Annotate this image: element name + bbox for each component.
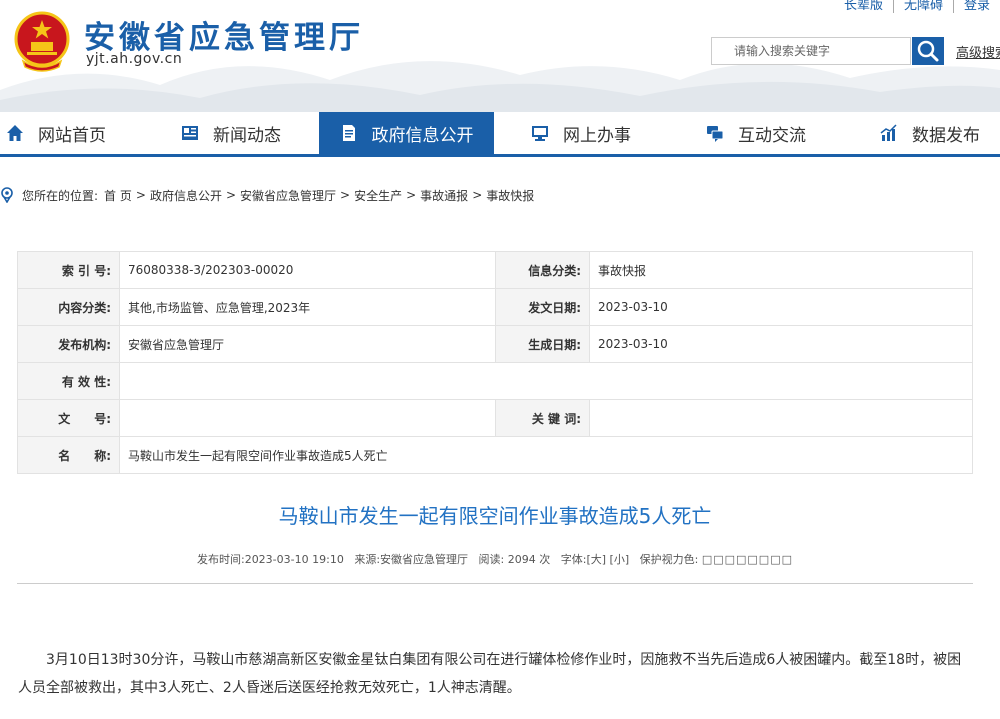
breadcrumb-separator: > <box>340 188 351 202</box>
view-count: 阅读: 2094 次 <box>478 553 551 566</box>
top-links: 长辈版 无障碍 登录 <box>834 0 1000 13</box>
breadcrumb-separator: > <box>135 188 146 202</box>
nav-interaction-label: 互动交流 <box>738 125 806 146</box>
created-date-value: 2023-03-10 <box>589 325 973 363</box>
publisher-label: 发布机构: <box>17 325 120 363</box>
search-input[interactable]: 请输入搜索关键字 <box>711 37 911 65</box>
article-meta: 发布时间:2023-03-10 19:10 来源:安徽省应急管理厅 阅读: 20… <box>0 551 990 567</box>
chat-icon <box>707 126 724 142</box>
national-emblem-icon[interactable] <box>13 11 71 73</box>
search-icon <box>917 40 939 62</box>
name-label: 名 称: <box>17 436 120 474</box>
created-date-label: 生成日期: <box>495 325 590 363</box>
index-value: 76080338-3/202303-00020 <box>119 251 496 289</box>
breadcrumb-item[interactable]: 政府信息公开 <box>150 187 222 204</box>
chart-icon <box>880 124 897 141</box>
nav-online-service-label: 网上办事 <box>563 125 631 146</box>
breadcrumb-item[interactable]: 事故快报 <box>486 187 534 204</box>
nav-gov-info-label: 政府信息公开 <box>371 125 474 146</box>
nav-home-label: 网站首页 <box>38 125 106 146</box>
nav-home[interactable]: 网站首页 <box>6 112 146 154</box>
nav-interaction[interactable]: 互动交流 <box>706 112 846 154</box>
divider <box>17 583 973 584</box>
publish-time: 发布时间:2023-03-10 19:10 <box>196 553 344 566</box>
breadcrumb-item[interactable]: 事故通报 <box>420 187 468 204</box>
doc-number-label: 文 号: <box>17 399 120 437</box>
document-info-table: 索 引 号: 76080338-3/202303-00020 信息分类: 事故快… <box>17 251 973 474</box>
home-icon <box>7 125 23 141</box>
name-value: 马鞍山市发生一起有限空间作业事故造成5人死亡 <box>119 436 973 474</box>
site-domain: yjt.ah.gov.cn <box>86 51 183 67</box>
monitor-icon <box>532 126 548 141</box>
breadcrumb-item[interactable]: 安全生产 <box>354 187 402 204</box>
search-button[interactable] <box>912 37 944 65</box>
breadcrumb-item[interactable]: 安徽省应急管理厅 <box>240 187 336 204</box>
main-nav: 网站首页 新闻动态 政府信息公开 网上办事 互动交流 数据发布 <box>0 112 1000 157</box>
validity-value <box>119 362 973 400</box>
category-value: 事故快报 <box>589 251 973 289</box>
doc-number-value <box>119 399 496 437</box>
login-link[interactable]: 登录 <box>952 0 1000 13</box>
article-title: 马鞍山市发生一起有限空间作业事故造成5人死亡 <box>278 504 712 528</box>
issue-date-value: 2023-03-10 <box>589 288 973 326</box>
nav-data-release-label: 数据发布 <box>912 125 980 146</box>
eye-protection-label: 保护视力色: <box>639 553 699 566</box>
breadcrumb-separator: > <box>472 188 483 202</box>
category-label: 信息分类: <box>495 251 590 289</box>
nav-news[interactable]: 新闻动态 <box>181 112 321 154</box>
keywords-label: 关 键 词: <box>495 399 590 437</box>
location-pin-icon <box>1 187 13 203</box>
publisher-value: 安徽省应急管理厅 <box>119 325 496 363</box>
news-icon <box>182 126 198 140</box>
nav-gov-info[interactable]: 政府信息公开 <box>319 112 494 154</box>
article-body: 3月10日13时30分许，马鞍山市慈湖高新区安徽金星钛白集团有限公司在进行罐体检… <box>18 652 962 696</box>
validity-label: 有 效 性: <box>17 362 120 400</box>
content-category-value: 其他,市场监管、应急管理,2023年 <box>119 288 496 326</box>
font-size-control[interactable]: 字体:[大] [小] <box>561 553 629 566</box>
site-header: 安徽省应急管理厅 yjt.ah.gov.cn 长辈版 无障碍 登录 请输入搜索关… <box>0 0 1000 112</box>
keywords-value <box>589 399 973 437</box>
breadcrumb-separator: > <box>406 188 417 202</box>
breadcrumb-prefix: 您所在的位置: <box>22 188 99 203</box>
content-category-label: 内容分类: <box>17 288 120 326</box>
nav-news-label: 新闻动态 <box>213 125 281 146</box>
issue-date-label: 发文日期: <box>495 288 590 326</box>
advanced-search-link[interactable]: 高级搜索 <box>956 42 1000 61</box>
nav-data-release[interactable]: 数据发布 <box>880 112 1000 154</box>
accessibility-link[interactable]: 无障碍 <box>892 0 953 13</box>
breadcrumb: 您所在的位置: 首 页 > 政府信息公开 > 安徽省应急管理厅 > 安全生产 >… <box>0 186 534 204</box>
index-label: 索 引 号: <box>17 251 120 289</box>
elder-mode-link[interactable]: 长辈版 <box>834 0 893 13</box>
document-icon <box>342 125 355 141</box>
eye-protection-color-swatches[interactable]: □□□□□□□□ <box>702 553 793 566</box>
breadcrumb-item[interactable]: 首 页 <box>104 187 132 204</box>
breadcrumb-separator: > <box>225 188 237 202</box>
article-source: 来源:安徽省应急管理厅 <box>354 553 469 566</box>
nav-online-service[interactable]: 网上办事 <box>531 112 671 154</box>
